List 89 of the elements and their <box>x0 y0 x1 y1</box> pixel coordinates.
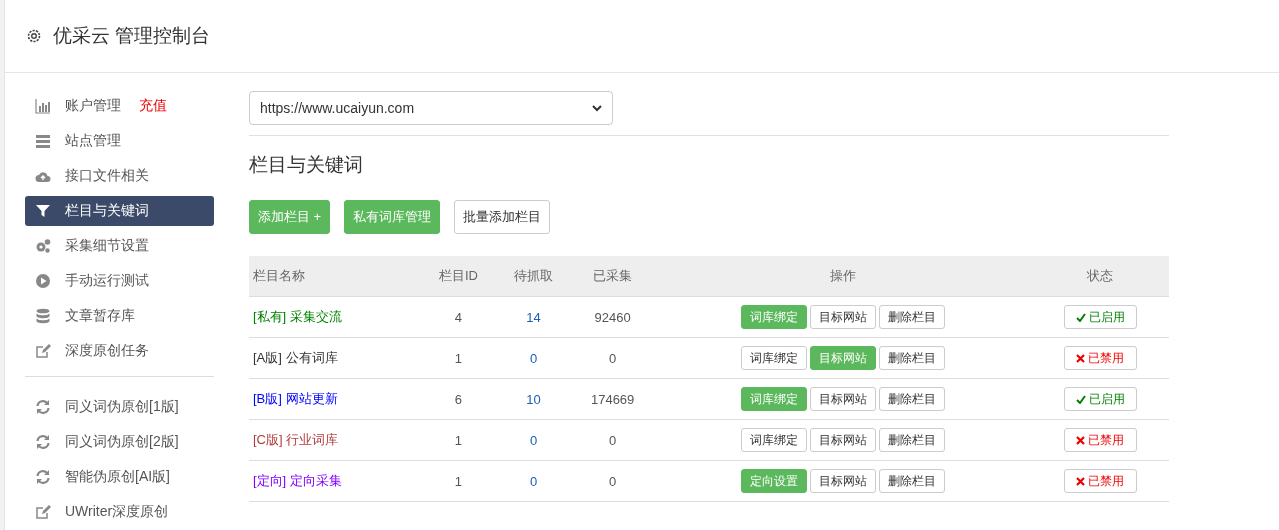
sidebar-item[interactable]: 站点管理 <box>25 126 214 156</box>
row-action-button[interactable]: 删除栏目 <box>878 346 945 370</box>
sidebar-item[interactable]: 同义词伪原创[2版] <box>25 427 214 457</box>
sidebar-item-label: 深度原创任务 <box>65 342 149 360</box>
cross-icon <box>1076 353 1086 363</box>
sidebar-item-label: 文章暂存库 <box>65 307 135 325</box>
row-action-button[interactable]: 目标网站 <box>809 305 876 329</box>
row-action-button[interactable]: 删除栏目 <box>878 428 945 452</box>
section-title: 栏目与关键词 <box>249 153 364 177</box>
table-cell: [私有] 采集交流 <box>249 296 421 338</box>
table-cell: 4 <box>420 296 496 338</box>
sidebar-item[interactable]: 智能伪原创[AI版] <box>25 462 214 492</box>
column-header: 栏目ID <box>420 256 496 297</box>
sidebar-item-label: 同义词伪原创[1版] <box>65 398 179 416</box>
table-cell: 0 <box>571 337 655 379</box>
table-cell: 0 <box>496 419 572 461</box>
sidebar-item-label: 账户管理 <box>65 97 121 115</box>
sidebar-item[interactable]: 栏目与关键词 <box>25 196 214 226</box>
status-toggle[interactable]: 已禁用 <box>1063 428 1137 452</box>
table-cell: 6 <box>420 378 496 420</box>
column-header: 状态 <box>1031 256 1169 297</box>
table-cell: 0 <box>571 419 655 461</box>
row-action-button[interactable]: 词库绑定 <box>740 428 807 452</box>
refresh-icon <box>35 399 51 415</box>
check-icon <box>1075 394 1086 404</box>
refresh-icon <box>35 469 51 485</box>
status-toggle[interactable]: 已启用 <box>1063 305 1137 329</box>
column-header: 待抓取 <box>496 256 572 297</box>
table-cell: 174669 <box>571 378 655 420</box>
table-cell: 92460 <box>571 296 655 338</box>
chevron-down-icon <box>592 104 602 112</box>
sidebar-item-label: 同义词伪原创[2版] <box>65 433 179 451</box>
edit-icon <box>35 343 51 359</box>
table-cell: 0 <box>571 460 655 502</box>
app-title: 优采云 管理控制台 <box>53 24 211 48</box>
sidebar-item-label: 站点管理 <box>65 132 121 150</box>
database-icon <box>35 308 51 324</box>
column-header: 栏目名称 <box>249 256 421 297</box>
row-action-button[interactable]: 词库绑定 <box>740 346 807 370</box>
site-select[interactable]: https://www.ucaiyun.com <box>249 91 613 125</box>
row-action-button[interactable]: 目标网站 <box>809 428 876 452</box>
play-circle-icon <box>35 273 51 289</box>
status-toggle[interactable]: 已禁用 <box>1063 346 1137 370</box>
row-action-button[interactable]: 删除栏目 <box>878 469 945 493</box>
gears-icon <box>35 238 51 254</box>
table-cell: 1 <box>420 337 496 379</box>
sidebar-item[interactable]: UWriter深度原创 <box>25 497 214 527</box>
sidebar-item-label: 采集细节设置 <box>65 237 149 255</box>
row-action-button[interactable]: 目标网站 <box>809 387 876 411</box>
filter-icon <box>35 203 51 219</box>
sidebar-item[interactable]: 接口文件相关 <box>25 161 214 191</box>
toolbar-button[interactable]: 批量添加栏目 <box>454 200 551 234</box>
sidebar-item[interactable]: 手动运行测试 <box>25 266 214 296</box>
edit-icon <box>35 504 51 520</box>
refresh-icon <box>35 434 51 450</box>
server-icon <box>35 133 51 149</box>
row-action-button[interactable]: 目标网站 <box>809 469 876 493</box>
sidebar-item-label: 智能伪原创[AI版] <box>65 468 170 486</box>
sidebar-item-label: 栏目与关键词 <box>65 202 149 220</box>
cross-icon <box>1076 476 1086 486</box>
sidebar-item[interactable]: 账户管理 充值 <box>25 91 214 121</box>
table-cell: 0 <box>496 337 572 379</box>
sidebar-item[interactable]: 采集细节设置 <box>25 231 214 261</box>
check-icon <box>1075 312 1086 322</box>
row-action-button[interactable]: 删除栏目 <box>878 387 945 411</box>
sidebar-item-label: UWriter深度原创 <box>65 503 169 521</box>
table-cell: [A版] 公有词库 <box>249 337 421 379</box>
column-header: 已采集 <box>571 256 655 297</box>
settings-icon <box>25 27 43 45</box>
table-cell: 14 <box>496 296 572 338</box>
table-cell: 1 <box>420 460 496 502</box>
table-cell: [C版] 行业词库 <box>249 419 421 461</box>
table-cell: 0 <box>496 460 572 502</box>
sidebar-item-label: 手动运行测试 <box>65 272 149 290</box>
status-toggle[interactable]: 已启用 <box>1063 387 1137 411</box>
row-action-button[interactable]: 删除栏目 <box>878 305 945 329</box>
sidebar-item-label: 接口文件相关 <box>65 167 149 185</box>
table-cell: 10 <box>496 378 572 420</box>
status-toggle[interactable]: 已禁用 <box>1063 469 1137 493</box>
cross-icon <box>1076 435 1086 445</box>
table-cell: [定向] 定向采集 <box>249 460 421 502</box>
table-cell: 1 <box>420 419 496 461</box>
sidebar-item[interactable]: 深度原创任务 <box>25 336 214 366</box>
bar-chart-icon <box>35 98 51 114</box>
sidebar-item[interactable]: 同义词伪原创[1版] <box>25 392 214 422</box>
column-header: 操作 <box>654 256 1032 297</box>
table-cell: [B版] 网站更新 <box>249 378 421 420</box>
recharge-link[interactable]: 充值 <box>139 97 167 115</box>
sidebar-item[interactable]: 文章暂存库 <box>25 301 214 331</box>
